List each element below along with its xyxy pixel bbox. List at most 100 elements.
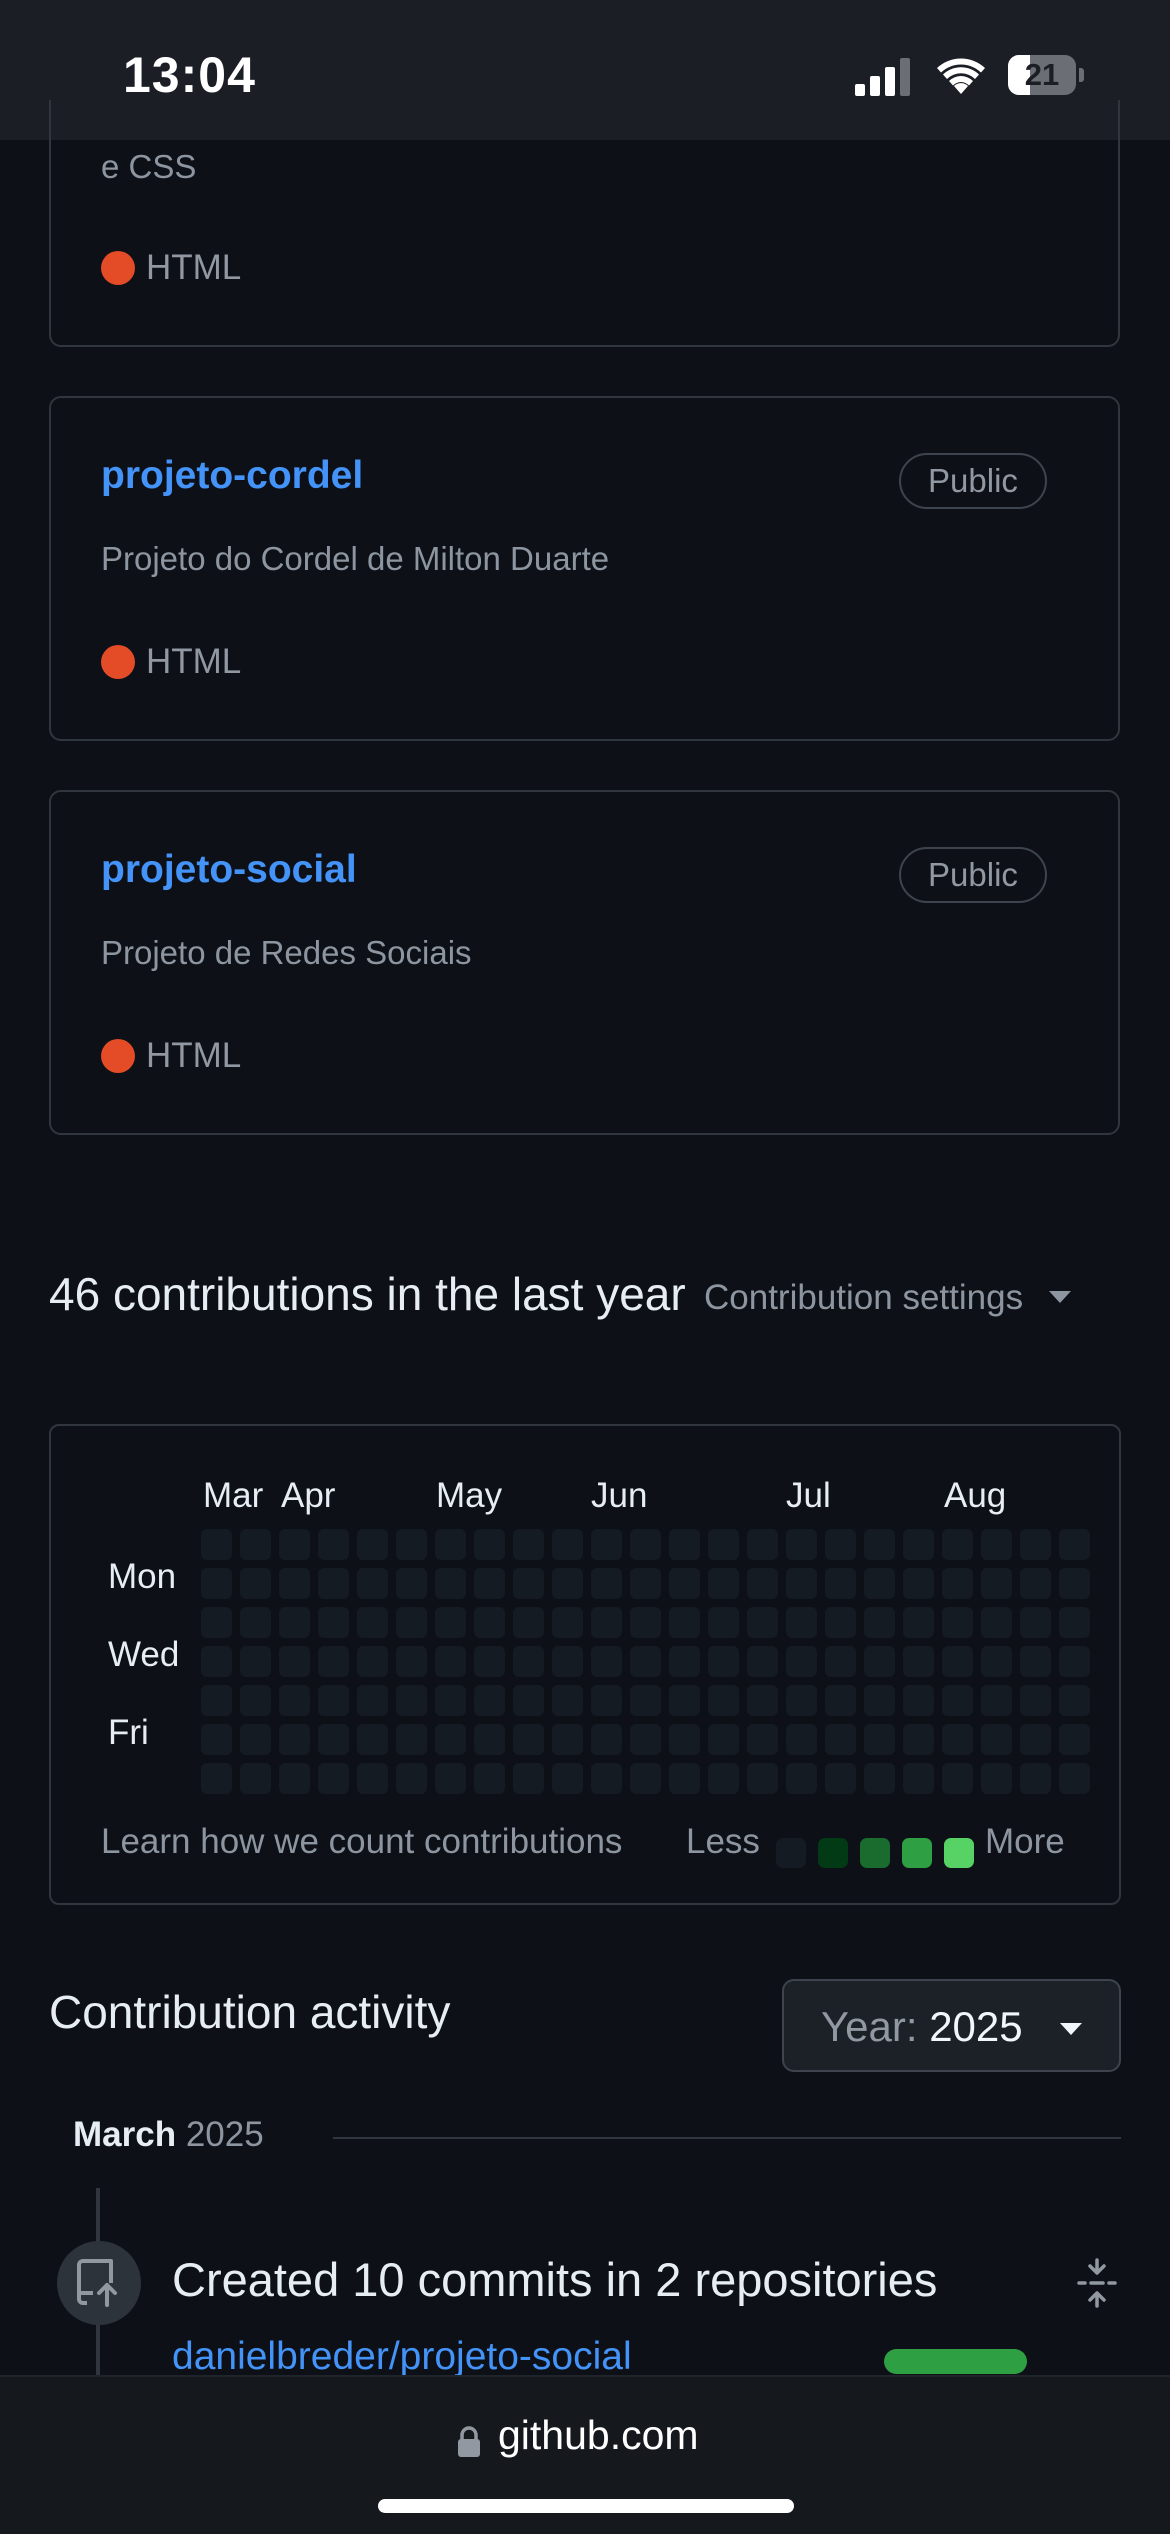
contribution-day-cell[interactable] bbox=[864, 1763, 895, 1794]
contribution-day-cell[interactable] bbox=[1020, 1724, 1051, 1755]
contribution-day-cell[interactable] bbox=[357, 1724, 388, 1755]
contribution-day-cell[interactable] bbox=[240, 1607, 271, 1638]
contribution-day-cell[interactable] bbox=[591, 1646, 622, 1677]
contribution-day-cell[interactable] bbox=[552, 1568, 583, 1599]
contribution-day-cell[interactable] bbox=[981, 1646, 1012, 1677]
contribution-day-cell[interactable] bbox=[1059, 1763, 1090, 1794]
contribution-day-cell[interactable] bbox=[201, 1763, 232, 1794]
contribution-day-cell[interactable] bbox=[1020, 1763, 1051, 1794]
contribution-day-cell[interactable] bbox=[630, 1763, 661, 1794]
contribution-day-cell[interactable] bbox=[1059, 1724, 1090, 1755]
contribution-day-cell[interactable] bbox=[630, 1529, 661, 1560]
contribution-day-cell[interactable] bbox=[630, 1568, 661, 1599]
contribution-day-cell[interactable] bbox=[825, 1646, 856, 1677]
contribution-day-cell[interactable] bbox=[669, 1568, 700, 1599]
contribution-day-cell[interactable] bbox=[513, 1607, 544, 1638]
contribution-day-cell[interactable] bbox=[474, 1529, 505, 1560]
year-select-button[interactable]: Year: 2025 bbox=[782, 1979, 1121, 2072]
contribution-day-cell[interactable] bbox=[318, 1763, 349, 1794]
contribution-day-cell[interactable] bbox=[864, 1607, 895, 1638]
contribution-day-cell[interactable] bbox=[630, 1724, 661, 1755]
contribution-day-cell[interactable] bbox=[825, 1607, 856, 1638]
contribution-day-cell[interactable] bbox=[318, 1646, 349, 1677]
contribution-day-cell[interactable] bbox=[591, 1763, 622, 1794]
contribution-day-cell[interactable] bbox=[552, 1724, 583, 1755]
contribution-day-cell[interactable] bbox=[591, 1568, 622, 1599]
contribution-day-cell[interactable] bbox=[903, 1724, 934, 1755]
contribution-day-cell[interactable] bbox=[786, 1685, 817, 1716]
contribution-day-cell[interactable] bbox=[396, 1568, 427, 1599]
contribution-day-cell[interactable] bbox=[1059, 1607, 1090, 1638]
contribution-day-cell[interactable] bbox=[981, 1724, 1012, 1755]
contribution-day-cell[interactable] bbox=[903, 1685, 934, 1716]
contribution-day-cell[interactable] bbox=[669, 1724, 700, 1755]
contribution-day-cell[interactable] bbox=[942, 1646, 973, 1677]
contribution-day-cell[interactable] bbox=[396, 1724, 427, 1755]
contribution-day-cell[interactable] bbox=[864, 1685, 895, 1716]
contribution-day-cell[interactable] bbox=[747, 1646, 778, 1677]
contribution-day-cell[interactable] bbox=[591, 1607, 622, 1638]
contribution-day-cell[interactable] bbox=[357, 1529, 388, 1560]
contribution-day-cell[interactable] bbox=[1059, 1685, 1090, 1716]
contribution-day-cell[interactable] bbox=[474, 1724, 505, 1755]
contribution-day-cell[interactable] bbox=[279, 1724, 310, 1755]
contribution-day-cell[interactable] bbox=[825, 1724, 856, 1755]
contribution-day-cell[interactable] bbox=[474, 1763, 505, 1794]
contribution-day-cell[interactable] bbox=[318, 1724, 349, 1755]
contribution-day-cell[interactable] bbox=[708, 1607, 739, 1638]
contribution-day-cell[interactable] bbox=[864, 1568, 895, 1599]
contribution-day-cell[interactable] bbox=[786, 1529, 817, 1560]
contribution-day-cell[interactable] bbox=[708, 1568, 739, 1599]
contribution-day-cell[interactable] bbox=[396, 1646, 427, 1677]
contribution-day-cell[interactable] bbox=[279, 1685, 310, 1716]
contribution-day-cell[interactable] bbox=[474, 1607, 505, 1638]
contribution-day-cell[interactable] bbox=[981, 1607, 1012, 1638]
contribution-day-cell[interactable] bbox=[1020, 1529, 1051, 1560]
contribution-day-cell[interactable] bbox=[786, 1646, 817, 1677]
contribution-day-cell[interactable] bbox=[240, 1724, 271, 1755]
contribution-day-cell[interactable] bbox=[747, 1724, 778, 1755]
contribution-day-cell[interactable] bbox=[318, 1607, 349, 1638]
contribution-day-cell[interactable] bbox=[708, 1724, 739, 1755]
contribution-day-cell[interactable] bbox=[669, 1607, 700, 1638]
contribution-day-cell[interactable] bbox=[669, 1763, 700, 1794]
contribution-day-cell[interactable] bbox=[513, 1763, 544, 1794]
contribution-day-cell[interactable] bbox=[357, 1568, 388, 1599]
contribution-day-cell[interactable] bbox=[201, 1685, 232, 1716]
contribution-day-cell[interactable] bbox=[747, 1529, 778, 1560]
contribution-day-cell[interactable] bbox=[513, 1724, 544, 1755]
contribution-day-cell[interactable] bbox=[669, 1529, 700, 1560]
contribution-day-cell[interactable] bbox=[864, 1529, 895, 1560]
contribution-day-cell[interactable] bbox=[786, 1568, 817, 1599]
activity-repo-link[interactable]: danielbreder/projeto-social bbox=[172, 2335, 632, 2379]
contribution-day-cell[interactable] bbox=[630, 1607, 661, 1638]
contribution-day-cell[interactable] bbox=[279, 1529, 310, 1560]
contribution-day-cell[interactable] bbox=[942, 1763, 973, 1794]
contribution-day-cell[interactable] bbox=[396, 1607, 427, 1638]
contribution-day-cell[interactable] bbox=[630, 1685, 661, 1716]
contribution-day-cell[interactable] bbox=[318, 1529, 349, 1560]
contribution-day-cell[interactable] bbox=[279, 1607, 310, 1638]
contribution-day-cell[interactable] bbox=[903, 1763, 934, 1794]
contribution-day-cell[interactable] bbox=[591, 1529, 622, 1560]
contribution-day-cell[interactable] bbox=[903, 1646, 934, 1677]
contribution-day-cell[interactable] bbox=[1059, 1646, 1090, 1677]
contribution-day-cell[interactable] bbox=[825, 1763, 856, 1794]
contribution-day-cell[interactable] bbox=[357, 1685, 388, 1716]
contribution-day-cell[interactable] bbox=[1020, 1685, 1051, 1716]
contribution-day-cell[interactable] bbox=[240, 1763, 271, 1794]
contribution-day-cell[interactable] bbox=[201, 1646, 232, 1677]
contribution-day-cell[interactable] bbox=[825, 1529, 856, 1560]
contribution-day-cell[interactable] bbox=[786, 1607, 817, 1638]
contribution-day-cell[interactable] bbox=[435, 1568, 466, 1599]
contribution-day-cell[interactable] bbox=[981, 1568, 1012, 1599]
contribution-day-cell[interactable] bbox=[552, 1529, 583, 1560]
contribution-day-cell[interactable] bbox=[1059, 1568, 1090, 1599]
contribution-day-cell[interactable] bbox=[435, 1685, 466, 1716]
contribution-day-cell[interactable] bbox=[396, 1763, 427, 1794]
contribution-day-cell[interactable] bbox=[747, 1763, 778, 1794]
contribution-day-cell[interactable] bbox=[396, 1685, 427, 1716]
contribution-day-cell[interactable] bbox=[903, 1568, 934, 1599]
contribution-settings-dropdown[interactable]: Contribution settings bbox=[704, 1278, 1072, 1318]
contribution-day-cell[interactable] bbox=[942, 1568, 973, 1599]
